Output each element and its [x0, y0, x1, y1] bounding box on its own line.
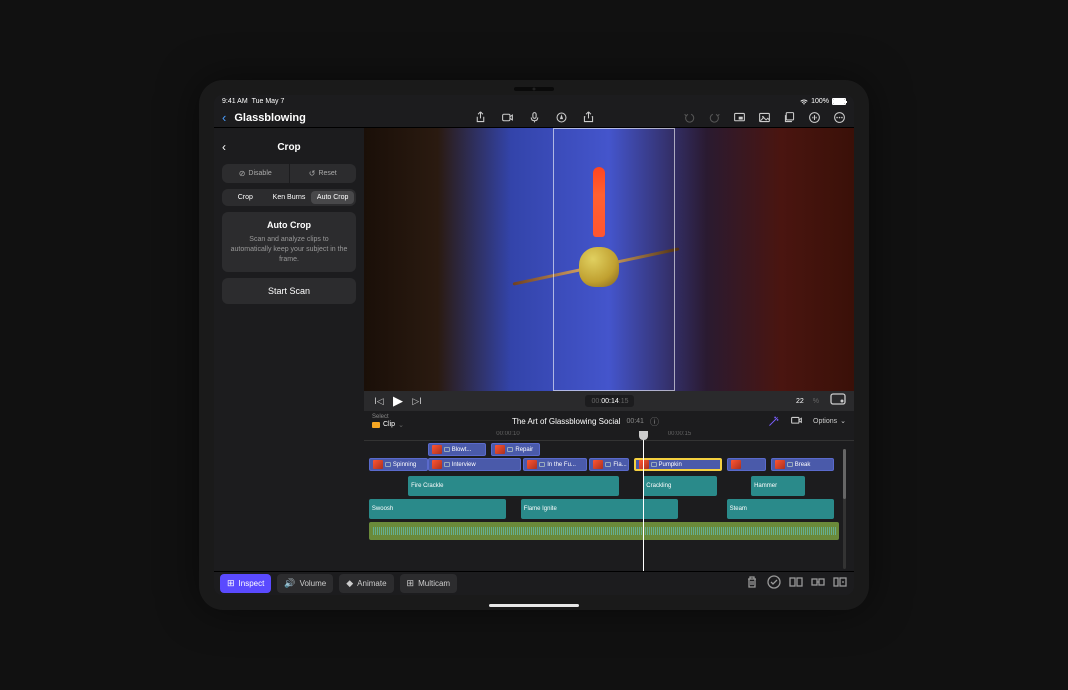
ipad-frame: 9:41 AM Tue May 7 100% ‹ Glassblowing ‹ … — [199, 80, 869, 610]
audio-meter-icon[interactable] — [808, 111, 821, 124]
tab-crop[interactable]: Crop — [224, 191, 267, 204]
magic-wand-icon[interactable] — [767, 415, 780, 428]
bottom-toolbar: ⊞Inspect 🔊Volume ◆Animate ⊞Multicam — [214, 571, 854, 595]
multicam-button[interactable]: ⊞Multicam — [400, 574, 458, 593]
tab-kenburns[interactable]: Ken Burns — [268, 191, 311, 204]
multicam-view-icon[interactable] — [790, 415, 803, 428]
marker-icon[interactable] — [555, 111, 568, 124]
grid-icon: ⊞ — [407, 578, 415, 589]
redo-icon[interactable] — [708, 111, 721, 124]
timeline-duration: 00:41 — [626, 418, 644, 425]
clip-flameignite[interactable]: Flame Ignite — [521, 499, 678, 519]
crop-mode-tabs: Crop Ken Burns Auto Crop — [222, 189, 356, 206]
trash-icon[interactable] — [744, 574, 760, 593]
camera-icon[interactable] — [501, 111, 514, 124]
autocrop-info: Auto Crop Scan and analyze clips to auto… — [222, 212, 356, 272]
select-label: Select — [372, 414, 404, 420]
project-title: Glassblowing — [234, 112, 306, 124]
clip-break[interactable]: Break — [771, 458, 835, 471]
timecode-display[interactable]: 00:00:14:15 — [585, 395, 634, 407]
inspector-title: Crop — [238, 142, 356, 153]
transport-bar: I◁ ▶ ▷I 00:00:14:15 22% — [364, 391, 854, 411]
viewer-image — [364, 128, 854, 391]
battery-pct: 100% — [811, 98, 829, 105]
timeline-header: Select Clip ⌄ The Art of Glassblowing Soc… — [364, 411, 854, 431]
eye-off-icon: ⊘ — [239, 169, 246, 178]
refresh-icon: ↺ — [309, 169, 316, 178]
reset-button[interactable]: ↺Reset — [290, 164, 357, 183]
check-icon[interactable] — [766, 574, 782, 593]
options-button[interactable]: Options⌄ — [813, 417, 846, 425]
volume-icon: 🔊 — [284, 578, 295, 589]
inspector-sidebar: ‹ Crop ⊘Disable ↺Reset Crop Ken Burns Au… — [214, 128, 364, 571]
share-icon[interactable] — [474, 111, 487, 124]
inspector-back-button[interactable]: ‹ — [222, 140, 238, 154]
disable-button[interactable]: ⊘Disable — [222, 164, 290, 183]
layers-icon[interactable] — [783, 111, 796, 124]
clip-badge-icon — [372, 422, 380, 428]
prev-frame-button[interactable]: I◁ — [372, 396, 386, 407]
camera-notch — [514, 87, 554, 91]
glass-piece — [584, 167, 614, 287]
mic-icon[interactable] — [528, 111, 541, 124]
clip-crackling[interactable]: Crackling — [643, 476, 717, 496]
chevron-down-icon: ⌄ — [840, 417, 846, 425]
clip-music[interactable] — [369, 522, 839, 540]
ruler-mark: 00:00:10 — [496, 431, 519, 437]
info-icon[interactable]: ⓘ — [650, 415, 659, 428]
fit-icon[interactable] — [830, 392, 846, 410]
wifi-icon — [800, 99, 808, 105]
timeline-title: The Art of Glassblowing Social — [512, 417, 621, 426]
play-button[interactable]: ▶ — [391, 393, 405, 409]
arrange-icon[interactable] — [832, 574, 848, 593]
export-icon[interactable] — [582, 111, 595, 124]
status-bar: 9:41 AM Tue May 7 100% — [214, 95, 854, 108]
sliders-icon: ⊞ — [227, 578, 235, 589]
clip-flame[interactable]: Fla... — [589, 458, 628, 471]
battery-icon — [832, 98, 846, 105]
pip-icon[interactable] — [733, 111, 746, 124]
back-button[interactable]: ‹ — [222, 110, 226, 125]
clip-pumpkin2[interactable] — [727, 458, 766, 471]
screen: 9:41 AM Tue May 7 100% ‹ Glassblowing ‹ … — [214, 95, 854, 595]
autocrop-title: Auto Crop — [228, 220, 350, 230]
inspect-button[interactable]: ⊞Inspect — [220, 574, 271, 593]
status-time: 9:41 AM — [222, 98, 248, 105]
clip-swoosh[interactable]: Swoosh — [369, 499, 506, 519]
timeline-ruler[interactable]: 00:00:10 00:00:15 — [364, 431, 854, 441]
clip-interview[interactable]: Interview — [428, 458, 521, 471]
clip-pumpkin-selected[interactable]: Pumpkin — [634, 458, 722, 471]
ruler-mark: 00:00:15 — [668, 431, 691, 437]
clip-spinning[interactable]: Spinning — [369, 458, 428, 471]
next-frame-button[interactable]: ▷I — [410, 396, 424, 407]
clip-label[interactable]: Clip — [383, 421, 395, 428]
start-scan-button[interactable]: Start Scan — [222, 278, 356, 304]
zoom-unit: % — [813, 398, 819, 405]
clip-hammer[interactable]: Hammer — [751, 476, 805, 496]
autocrop-description: Scan and analyze clips to automatically … — [228, 235, 350, 264]
status-date: Tue May 7 — [252, 98, 285, 105]
clip-inthefurnace[interactable]: In the Fu... — [523, 458, 587, 471]
clip-firecrackle[interactable]: Fire Crackle — [408, 476, 619, 496]
clip-repair[interactable]: Repair — [491, 443, 540, 456]
viewer[interactable] — [364, 128, 854, 391]
disable-reset-group: ⊘Disable ↺Reset — [222, 164, 356, 183]
connect-icon[interactable] — [810, 574, 826, 593]
clip-steam[interactable]: Steam — [727, 499, 835, 519]
playhead[interactable] — [643, 431, 644, 571]
clip-blowt[interactable]: Blowt... — [428, 443, 487, 456]
keyframe-icon: ◆ — [346, 578, 353, 589]
timeline[interactable]: 00:00:10 00:00:15 Blowt... Repair Spinni… — [364, 431, 854, 571]
more-icon[interactable] — [833, 111, 846, 124]
volume-button[interactable]: 🔊Volume — [277, 574, 333, 593]
picture-icon[interactable] — [758, 111, 771, 124]
animate-button[interactable]: ◆Animate — [339, 574, 393, 593]
split-icon[interactable] — [788, 574, 804, 593]
tab-autocrop[interactable]: Auto Crop — [311, 191, 354, 204]
timeline-scrollbar[interactable] — [843, 449, 846, 569]
undo-icon[interactable] — [683, 111, 696, 124]
zoom-value[interactable]: 22 — [796, 398, 804, 405]
title-bar: ‹ Glassblowing — [214, 108, 854, 128]
